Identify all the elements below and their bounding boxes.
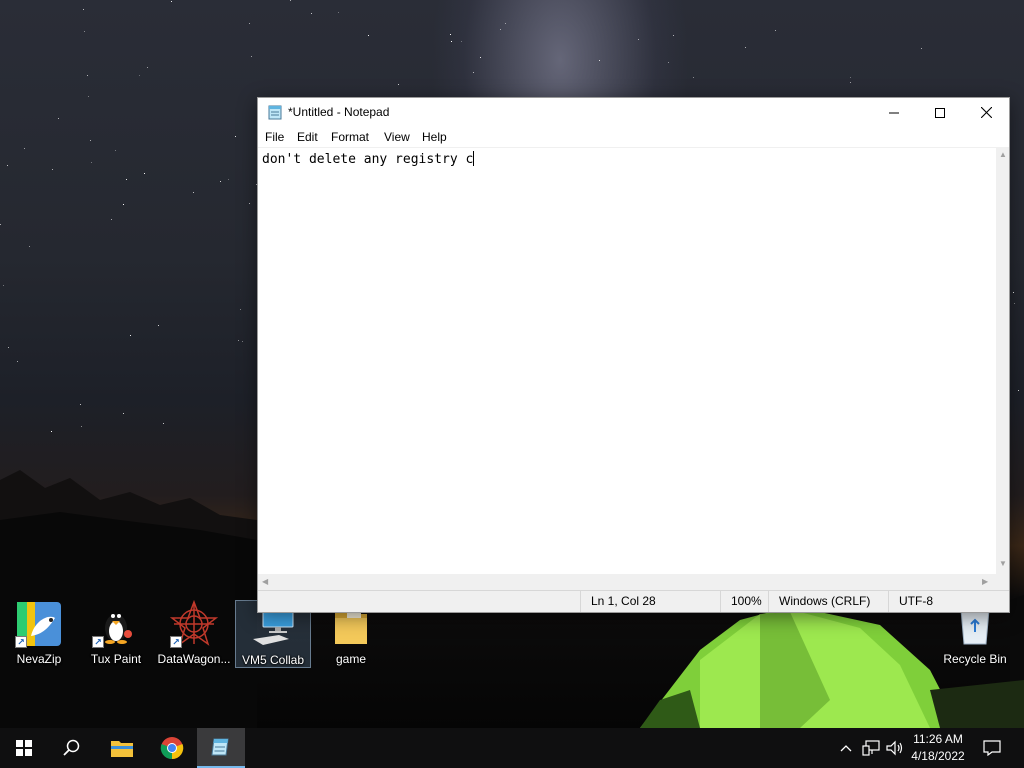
scrollbar-corner	[996, 574, 1009, 590]
network-button[interactable]	[860, 728, 882, 768]
status-zoom: 100%	[720, 591, 768, 612]
volume-button[interactable]	[884, 728, 906, 768]
system-clock[interactable]: 11:26 AM 4/18/2022	[906, 731, 970, 765]
close-icon	[980, 107, 992, 118]
scroll-left-icon[interactable]: ◀	[262, 578, 268, 586]
search-icon	[63, 739, 80, 756]
desktop-icon-label: DataWagon...	[157, 652, 231, 666]
status-line-ending: Windows (CRLF)	[768, 591, 888, 612]
title-bar[interactable]: *Untitled - Notepad	[258, 98, 1009, 127]
windows-icon	[16, 740, 32, 756]
minimize-icon	[889, 112, 899, 113]
desktop-icon-label: Recycle Bin	[943, 652, 1007, 666]
menu-format[interactable]: Format	[331, 130, 369, 144]
taskbar-notepad[interactable]	[197, 728, 245, 768]
notepad-window[interactable]: *Untitled - Notepad File Edit Format Vie…	[257, 97, 1010, 613]
text-caret	[473, 151, 475, 166]
desktop-icon-label: Tux Paint	[90, 652, 142, 666]
desktop-icon-label: game	[335, 652, 367, 666]
clock-time: 11:26 AM	[913, 732, 963, 746]
scroll-up-icon[interactable]: ▲	[999, 151, 1007, 159]
minimize-button[interactable]	[871, 98, 917, 127]
file-explorer-icon	[111, 741, 133, 757]
scroll-down-icon[interactable]: ▼	[999, 560, 1007, 568]
desktop-icon-datawagon[interactable]: ↗ DataWagon...	[156, 599, 232, 668]
editor-text: don't delete any registry c	[262, 152, 474, 167]
chrome-icon	[160, 737, 184, 760]
status-encoding: UTF-8	[888, 591, 1009, 612]
desktop-icon-label: NevaZip	[16, 652, 62, 666]
status-bar: Ln 1, Col 28 100% Windows (CRLF) UTF-8	[258, 590, 1009, 612]
horizontal-scrollbar[interactable]: ◀ ▶	[258, 574, 996, 590]
close-button[interactable]	[963, 98, 1009, 127]
maximize-button[interactable]	[917, 98, 963, 127]
taskbar-chrome[interactable]	[148, 728, 196, 768]
desktop-icon-tux-paint[interactable]: ↗ Tux Paint	[78, 600, 154, 668]
maximize-icon	[935, 107, 945, 118]
menu-bar: File Edit Format View Help	[258, 127, 1009, 147]
status-cursor-position: Ln 1, Col 28	[580, 591, 720, 612]
notification-icon	[983, 740, 1001, 756]
taskbar-file-explorer[interactable]	[98, 728, 146, 768]
vertical-scrollbar[interactable]: ▲ ▼	[996, 147, 1009, 574]
menu-edit[interactable]: Edit	[297, 130, 318, 144]
datawagon-icon: ↗	[169, 599, 219, 648]
action-center-button[interactable]	[978, 728, 1006, 768]
menu-file[interactable]: File	[265, 130, 284, 144]
scroll-right-icon[interactable]: ▶	[982, 578, 988, 586]
menu-help[interactable]: Help	[422, 130, 447, 144]
notepad-icon	[268, 105, 282, 120]
taskbar: 11:26 AM 4/18/2022	[0, 728, 1024, 768]
window-title: *Untitled - Notepad	[288, 105, 390, 119]
chevron-up-icon	[840, 745, 852, 752]
show-hidden-icons-button[interactable]	[836, 728, 856, 768]
speaker-icon	[886, 740, 903, 756]
nevazip-icon: ↗	[15, 600, 63, 648]
network-icon	[862, 740, 880, 756]
desktop-icon-label: VM5 Collab	[241, 653, 305, 667]
desktop-icon-nevazip[interactable]: ↗ NevaZip	[1, 600, 77, 668]
tux-paint-icon: ↗	[92, 600, 140, 648]
menu-view[interactable]: View	[384, 130, 410, 144]
clock-date: 4/18/2022	[911, 749, 965, 763]
notepad-icon	[211, 738, 229, 756]
search-button[interactable]	[48, 728, 96, 768]
start-button[interactable]	[0, 728, 48, 768]
text-editor[interactable]: don't delete any registry c	[258, 147, 996, 574]
